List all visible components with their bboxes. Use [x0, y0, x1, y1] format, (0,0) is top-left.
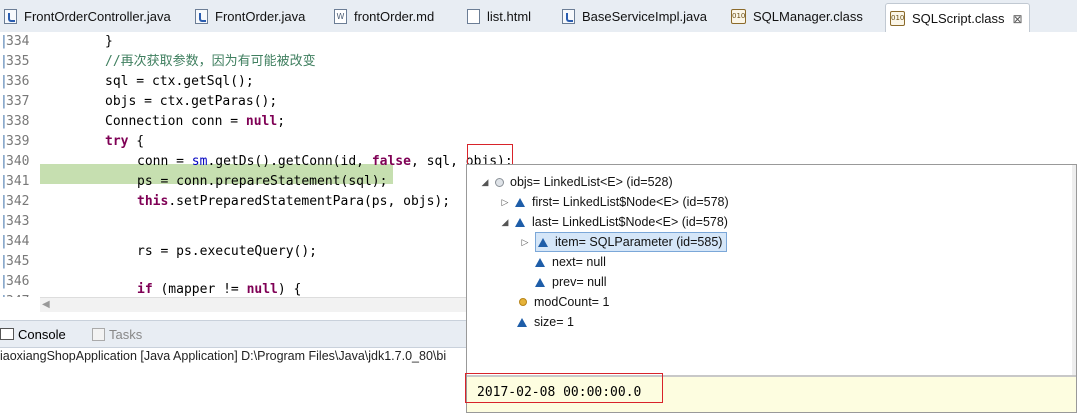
field-icon [515, 217, 525, 227]
tab-label: FrontOrder.java [215, 8, 306, 24]
expand-icon[interactable]: ▷ [499, 197, 511, 208]
code-line: rs = ps.executeQuery(); [137, 244, 318, 259]
local-variable-icon [495, 177, 504, 187]
line-number: 340 [6, 154, 30, 169]
line-number: 339 [6, 134, 30, 149]
collapse-icon[interactable]: ◢ [499, 217, 511, 228]
line-number: 334 [6, 34, 30, 49]
line-number: 346 [6, 274, 30, 289]
field-icon [515, 197, 525, 207]
line-number: 342 [6, 194, 30, 209]
tree-node-size[interactable]: size= 1 [517, 312, 574, 332]
line-number: 344 [6, 234, 30, 249]
code-line: objs = ctx.getParas(); [105, 94, 278, 109]
tab-label: list.html [487, 8, 532, 24]
tree-node-last[interactable]: ◢ last= LinkedList$Node<E> (id=578) [499, 212, 728, 232]
field-icon [517, 317, 527, 327]
tab-base-service-impl[interactable]: BaseServiceImpl.java [562, 4, 707, 28]
variable-tree[interactable]: ◢ objs= LinkedList<E> (id=528) ▷ first= … [467, 165, 1076, 375]
code-line: //再次获取参数，因为有可能被改变 [105, 52, 316, 72]
tab-label: SQLScript.class [912, 11, 1005, 26]
tab-label: BaseServiceImpl.java [582, 8, 707, 24]
tree-node-item[interactable]: ▷ item= SQLParameter (id=585) [519, 232, 728, 252]
tree-node-first[interactable]: ▷ first= LinkedList$Node<E> (id=578) [499, 192, 729, 212]
close-tab-icon[interactable]: ⊠ [1012, 12, 1022, 26]
tab-label: frontOrder.md [354, 8, 435, 24]
tab-front-order-controller[interactable]: FrontOrderController.java [4, 4, 171, 28]
code-line: sql = ctx.getSql(); [105, 74, 254, 89]
console-tab-bar: Console Tasks [0, 320, 470, 348]
tree-node-objs[interactable]: ◢ objs= LinkedList<E> (id=528) [479, 172, 673, 192]
java-file-icon [4, 8, 17, 24]
code-line: try { [105, 134, 145, 149]
line-number: 335 [6, 54, 30, 69]
markdown-file-icon: W [334, 8, 347, 24]
tab-front-order-md[interactable]: W frontOrder.md [334, 4, 434, 28]
line-number: 341 [6, 174, 30, 189]
field-icon [535, 277, 545, 287]
tab-list-html[interactable]: list.html [467, 4, 531, 28]
code-line: Connection conn = null; [105, 114, 286, 129]
java-file-icon [195, 8, 208, 24]
tab-console[interactable]: Console [0, 325, 66, 343]
line-number: 338 [6, 114, 30, 129]
protected-field-icon [519, 298, 527, 306]
expand-icon[interactable]: ▷ [519, 237, 531, 248]
line-number: 336 [6, 74, 30, 89]
line-number: 343 [6, 214, 30, 229]
class-file-icon: 010 [890, 11, 905, 26]
tab-front-order[interactable]: FrontOrder.java [195, 4, 305, 28]
field-icon [535, 257, 545, 267]
line-number: 347 [6, 294, 29, 297]
console-icon [0, 328, 14, 340]
selected-node[interactable]: item= SQLParameter (id=585) [535, 232, 728, 252]
code-line: } [105, 34, 113, 49]
class-file-icon: 010 [731, 8, 746, 24]
code-line: conn = sm.getDs().getConn(id, false, sql… [137, 154, 513, 169]
field-icon [538, 237, 548, 247]
java-file-icon [562, 8, 575, 24]
tab-label: FrontOrderController.java [24, 8, 171, 24]
tab-sql-script-class[interactable]: 010 SQLScript.class ⊠ [885, 3, 1030, 33]
collapse-icon[interactable]: ◢ [479, 177, 491, 188]
code-line: this.setPreparedStatementPara(ps, objs); [137, 194, 451, 209]
annotation-highlight-detail [465, 373, 663, 403]
scroll-left-icon[interactable]: ◀ [42, 299, 50, 310]
tasks-icon [92, 327, 105, 341]
tab-tasks[interactable]: Tasks [92, 325, 142, 343]
code-line-current: ps = conn.prepareStatement(sql); [137, 174, 388, 189]
line-number: 345 [6, 254, 30, 269]
html-file-icon [467, 8, 480, 24]
tab-sql-manager-class[interactable]: 010 SQLManager.class [731, 4, 863, 28]
variable-inspector-popup[interactable]: ◢ objs= LinkedList<E> (id=528) ▷ first= … [465, 164, 1077, 413]
horizontal-scrollbar[interactable]: ◀ [40, 297, 468, 312]
tree-node-next[interactable]: next= null [535, 252, 606, 272]
vertical-scrollbar[interactable] [1072, 165, 1076, 375]
tree-node-prev[interactable]: prev= null [535, 272, 607, 292]
console-output: iaoxiangShopApplication [Java Applicatio… [0, 349, 447, 363]
tree-node-modcount[interactable]: modCount= 1 [519, 292, 609, 312]
line-number: 337 [6, 94, 30, 109]
code-comment: //再次获取参数，因为有可能被改变 [105, 54, 316, 69]
tab-label: SQLManager.class [753, 8, 863, 24]
editor-tab-bar: FrontOrderController.java FrontOrder.jav… [0, 0, 1077, 33]
